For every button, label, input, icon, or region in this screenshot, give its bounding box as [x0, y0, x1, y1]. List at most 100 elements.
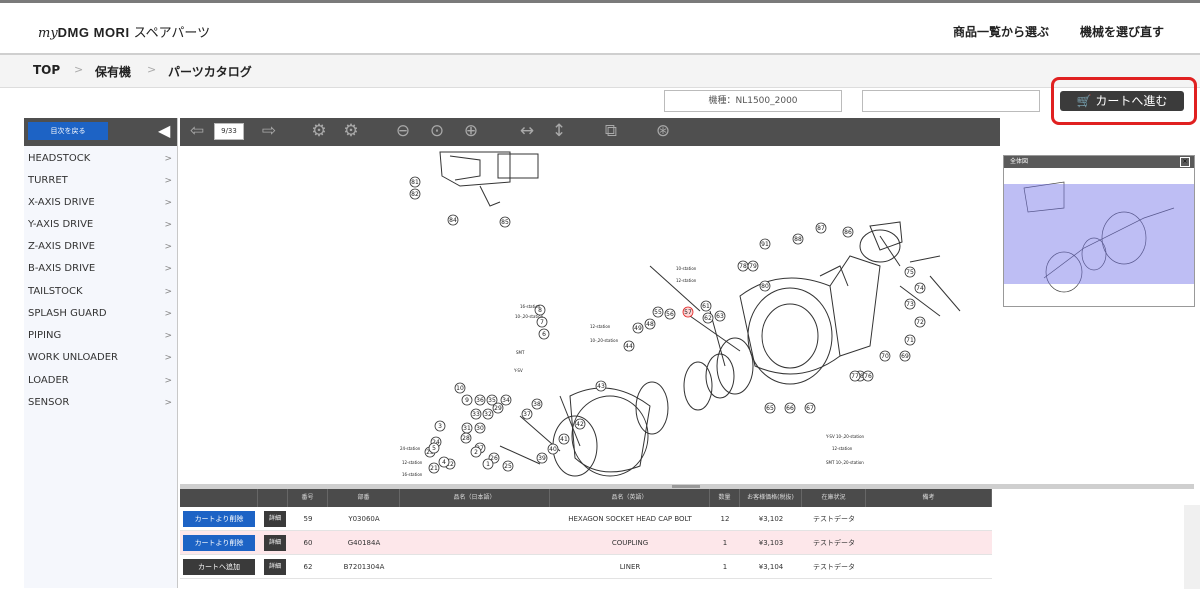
collapse-sidebar-icon[interactable]: ◀ — [158, 121, 170, 140]
sidebar-item-headstock[interactable]: HEADSTOCK > — [28, 148, 176, 170]
back-to-contents-button[interactable]: 目次を戻る — [28, 122, 108, 140]
part-callout[interactable]: 49 — [632, 322, 644, 334]
detail-button[interactable]: 詳細 — [264, 511, 286, 527]
part-callout[interactable]: 71 — [904, 334, 916, 346]
part-callout[interactable]: 31 — [461, 422, 473, 434]
sidebar-item-z-axis-drive[interactable]: Z-AXIS DRIVE > — [28, 236, 176, 258]
globe-icon[interactable]: ⊛ — [650, 118, 676, 144]
fit-height-icon[interactable]: ↕ — [546, 118, 572, 144]
zoom-reset-icon[interactable]: ⊙ — [424, 118, 450, 144]
part-callout[interactable]: 9 — [461, 394, 473, 406]
part-callout[interactable]: 32 — [482, 408, 494, 420]
part-callout[interactable]: 44 — [623, 340, 635, 352]
part-callout[interactable]: 34 — [500, 394, 512, 406]
part-callout[interactable]: 82 — [409, 188, 421, 200]
zoom-in-icon[interactable]: ⊕ — [458, 118, 484, 144]
part-callout[interactable]: 86 — [842, 226, 854, 238]
part-callout[interactable]: 65 — [764, 402, 776, 414]
part-callout[interactable]: 79 — [747, 260, 759, 272]
part-callout[interactable]: 67 — [804, 402, 816, 414]
part-callout[interactable]: 91 — [759, 238, 771, 250]
part-callout[interactable]: 41 — [558, 433, 570, 445]
part-callout[interactable]: 61 — [700, 300, 712, 312]
part-callout[interactable]: 57 — [682, 306, 694, 318]
part-callout[interactable]: 85 — [499, 216, 511, 228]
remove-from-cart-button[interactable]: カートより削除 — [183, 535, 255, 551]
sidebar-item-piping[interactable]: PIPING > — [28, 325, 176, 347]
overview-window-icon[interactable]: ⧉ — [598, 118, 624, 144]
table-scrollbar[interactable] — [1184, 505, 1200, 589]
part-callout[interactable]: 36 — [474, 394, 486, 406]
part-callout[interactable]: 28 — [460, 432, 472, 444]
part-callout[interactable]: 73 — [904, 298, 916, 310]
table-row[interactable]: カートへ追加 詳細 62 B7201304A LINER 1 ¥3,104 テストデータ — [180, 555, 992, 579]
part-callout[interactable]: 78 — [737, 260, 749, 272]
part-callout[interactable]: 56 — [664, 308, 676, 320]
part-callout[interactable]: 25 — [502, 460, 514, 472]
part-callout[interactable]: 40 — [547, 443, 559, 455]
page-number-field[interactable]: 9/33 — [214, 123, 244, 140]
site-logo[interactable]: myDMG MORI スペアパーツ — [38, 22, 210, 41]
overview-window[interactable]: 全体図 × — [1003, 155, 1195, 307]
part-callout[interactable]: 4 — [438, 456, 450, 468]
part-callout[interactable]: 6 — [538, 328, 550, 340]
part-callout[interactable]: 21 — [428, 462, 440, 474]
part-callout[interactable]: 2 — [470, 446, 482, 458]
remove-from-cart-button[interactable]: カートより削除 — [183, 511, 255, 527]
part-callout[interactable]: 88 — [792, 233, 804, 245]
part-callout[interactable]: 30 — [474, 422, 486, 434]
part-callout[interactable]: 29 — [492, 402, 504, 414]
part-callout[interactable]: 81 — [409, 176, 421, 188]
part-callout[interactable]: 3 — [434, 420, 446, 432]
part-callout[interactable]: 42 — [574, 418, 586, 430]
part-callout[interactable]: 70 — [879, 350, 891, 362]
close-icon[interactable]: × — [1180, 157, 1190, 167]
part-callout[interactable]: 43 — [595, 380, 607, 392]
settings-gear-icon[interactable]: ⚙ — [306, 118, 332, 144]
detail-button[interactable]: 詳細 — [264, 559, 286, 575]
part-callout[interactable]: 38 — [531, 398, 543, 410]
divider-grip-icon[interactable] — [672, 485, 700, 488]
part-callout[interactable]: 84 — [447, 214, 459, 226]
part-callout[interactable]: 10 — [454, 382, 466, 394]
sidebar-item-work-unloader[interactable]: WORK UNLOADER > — [28, 347, 176, 369]
nav-reselect-machine[interactable]: 機械を選び直す — [1080, 23, 1164, 40]
sidebar-item-y-axis-drive[interactable]: Y-AXIS DRIVE > — [28, 214, 176, 236]
overview-viewport-highlight[interactable] — [1004, 184, 1194, 284]
sidebar-item-splash-guard[interactable]: SPLASH GUARD > — [28, 303, 176, 325]
part-callout[interactable]: 39 — [536, 452, 548, 464]
part-callout[interactable]: 62 — [702, 312, 714, 324]
settings-gear-alt-icon[interactable]: ⚙ — [338, 118, 364, 144]
sidebar-item-tailstock[interactable]: TAILSTOCK > — [28, 281, 176, 303]
next-page-icon[interactable]: ⇨ — [256, 118, 282, 144]
sidebar-item-x-axis-drive[interactable]: X-AXIS DRIVE > — [28, 192, 176, 214]
part-callout[interactable]: 72 — [914, 316, 926, 328]
part-callout[interactable]: 55 — [652, 306, 664, 318]
table-row[interactable]: カートより削除 詳細 59 Y03060A HEXAGON SOCKET HEAD CA… — [180, 507, 992, 531]
part-callout[interactable]: 33 — [470, 408, 482, 420]
fit-width-icon[interactable]: ↔ — [514, 118, 540, 144]
nav-select-from-products[interactable]: 商品一覧から選ぶ — [953, 23, 1049, 40]
part-callout[interactable]: 69 — [899, 350, 911, 362]
part-callout[interactable]: 75 — [904, 266, 916, 278]
sidebar-item-turret[interactable]: TURRET > — [28, 170, 176, 192]
detail-button[interactable]: 詳細 — [264, 535, 286, 551]
part-callout[interactable]: 76 — [862, 370, 874, 382]
part-callout[interactable]: 80 — [759, 280, 771, 292]
part-callout[interactable]: 5 — [428, 442, 440, 454]
part-callout[interactable]: 87 — [815, 222, 827, 234]
previous-page-icon[interactable]: ⇦ — [184, 118, 210, 144]
part-callout[interactable]: 66 — [784, 402, 796, 414]
part-callout[interactable]: 63 — [714, 310, 726, 322]
part-callout[interactable]: 48 — [644, 318, 656, 330]
sidebar-item-loader[interactable]: LOADER > — [28, 370, 176, 392]
table-row[interactable]: カートより削除 詳細 60 G40184A COUPLING 1 ¥3,103 テストデータ — [180, 531, 992, 555]
sidebar-item-sensor[interactable]: SENSOR > — [28, 392, 176, 414]
part-callout[interactable]: 37 — [521, 408, 533, 420]
part-callout[interactable]: 74 — [914, 282, 926, 294]
part-callout[interactable]: 77 — [849, 370, 861, 382]
breadcrumb-owned-machines[interactable]: 保有機 — [95, 63, 131, 80]
part-callout[interactable]: 1 — [482, 458, 494, 470]
breadcrumb-top[interactable]: TOP — [33, 63, 60, 77]
add-to-cart-button[interactable]: カートへ追加 — [183, 559, 255, 575]
